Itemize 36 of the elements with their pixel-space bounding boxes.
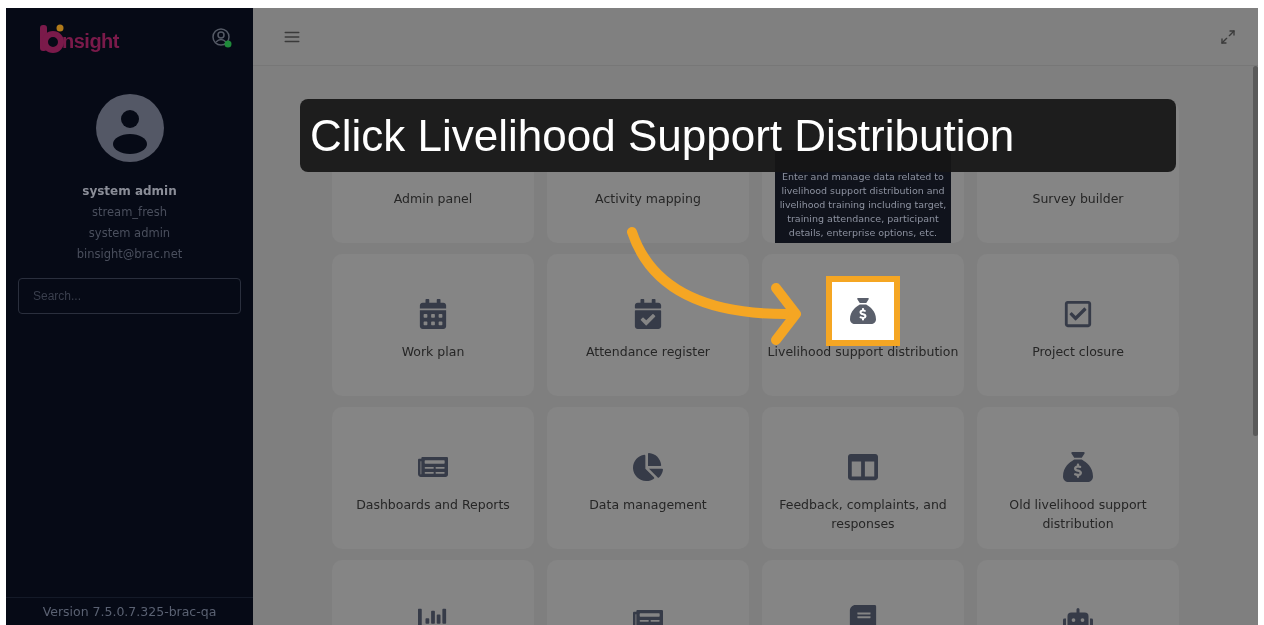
user-name: system admin (82, 183, 177, 200)
card-label: Activity mapping (594, 190, 702, 208)
card-label: Livelihood support distribution (766, 343, 960, 361)
logo: nsight (38, 23, 119, 53)
card-label: Work plan (400, 343, 466, 361)
card-label: Feedback, complaints, and responses (778, 496, 948, 533)
money-bag-icon (850, 298, 876, 324)
card-label: Data management (588, 496, 708, 514)
user-workspace: stream_fresh (92, 204, 167, 221)
money-bag-icon (1063, 452, 1093, 482)
card-label: Dashboards and Reports (355, 496, 511, 514)
card-label: Project closure (1031, 343, 1125, 361)
module-card[interactable]: Data management (547, 407, 749, 549)
user-role: system admin (88, 225, 171, 242)
card-label: Attendance register (585, 343, 711, 361)
user-email: binsight@brac.net (76, 246, 183, 263)
scrollbar[interactable] (1253, 66, 1258, 436)
calendar-icon (418, 299, 448, 329)
logo-mark-icon (38, 23, 64, 53)
user-status-icon[interactable] (211, 27, 233, 49)
module-card[interactable]: Dashboards and Reports (332, 407, 534, 549)
module-card[interactable]: Attendance register (547, 254, 749, 396)
card-label: Admin panel (392, 190, 474, 208)
module-card[interactable]: Work plan (332, 254, 534, 396)
columns-icon (848, 452, 878, 482)
module-card[interactable]: Livelihood support distribution (762, 254, 964, 396)
fullscreen-icon[interactable] (1220, 28, 1236, 45)
module-card[interactable]: Old livelihood support distribution (977, 407, 1179, 549)
card-label: Survey builder (1031, 190, 1125, 208)
pie-chart-icon (633, 452, 663, 482)
checkbox-icon (1063, 299, 1093, 329)
calendar-icon (633, 299, 663, 329)
module-card[interactable]: Project closure (977, 254, 1179, 396)
module-card[interactable]: Feedback, complaints, and responses (762, 407, 964, 549)
instruction-tooltip: Click Livelihood Support Distribution (300, 99, 1176, 172)
card-label: Old livelihood support distribution (1008, 496, 1148, 533)
